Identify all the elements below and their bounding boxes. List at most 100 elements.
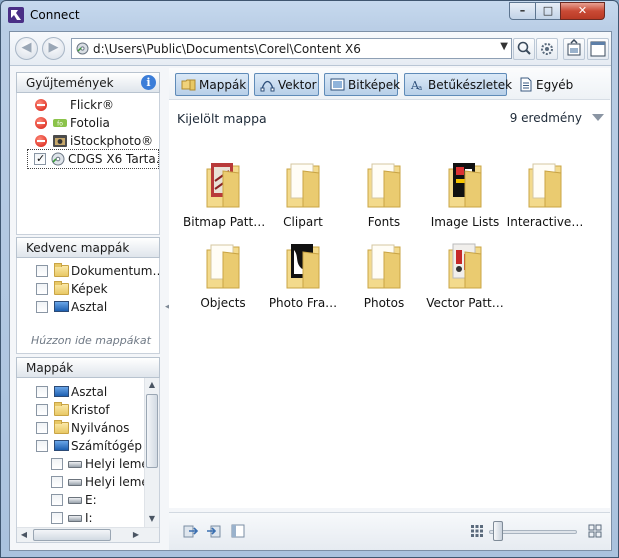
item-label: Vector Patt… [426, 296, 504, 310]
folder-item-local-disk-2[interactable]: Helyi lemez [17, 473, 155, 491]
favorite-item-desktop[interactable]: Asztal [17, 298, 159, 316]
content-item-bitmap-patterns[interactable]: Bitmap Patt… [183, 161, 266, 235]
folder-item-public[interactable]: Nyilvános [17, 419, 147, 437]
content-item-photo-frames[interactable]: Photo Fra… [263, 242, 343, 316]
image-lists-folder-icon [448, 163, 482, 208]
folder-item-desktop[interactable]: Asztal [17, 383, 147, 401]
item-label: Photos [363, 296, 405, 310]
folders-scroll-thumb[interactable] [146, 394, 158, 468]
folder-item-drive-i[interactable]: I: [17, 509, 147, 527]
folder-item-kristof[interactable]: Kristof [17, 401, 147, 419]
maximize-button[interactable]: □ [535, 2, 561, 20]
folder-item-drive-e[interactable]: E: [17, 491, 147, 509]
filter-folders-button[interactable]: Mappák [175, 73, 249, 96]
export-arrow-icon[interactable] [206, 523, 222, 539]
scroll-right-icon[interactable]: ▶ [129, 528, 143, 542]
layout-button[interactable] [587, 38, 609, 60]
item-label: Bitmap Patt… [183, 215, 266, 229]
import-arrow-icon[interactable] [183, 523, 199, 539]
folder-checkbox[interactable] [51, 458, 63, 470]
filter-bitmaps-button[interactable]: Bitképek [324, 73, 400, 96]
minimize-button[interactable]: – [509, 2, 536, 20]
collection-item-fotolia[interactable]: fo Fotolia [17, 114, 159, 132]
content-item-objects[interactable]: Objects [183, 242, 263, 316]
folder-checkbox[interactable] [36, 404, 48, 416]
collection-item-flickr[interactable]: Flickr® [17, 96, 159, 114]
favorite-checkbox[interactable] [36, 283, 48, 295]
tray-button[interactable] [563, 38, 585, 60]
forward-button[interactable]: ▶ [42, 37, 65, 60]
filter-label: Mappák [199, 78, 247, 92]
computer-icon [54, 440, 69, 451]
favorite-checkbox[interactable] [36, 265, 48, 277]
content-item-clipart[interactable]: Clipart [263, 161, 343, 235]
folders-horizontal-scrollbar[interactable]: ◀ ▶ [17, 527, 159, 542]
folders-hscroll-thumb[interactable] [33, 529, 111, 541]
search-button[interactable] [513, 38, 535, 60]
favorite-checkbox[interactable] [36, 301, 48, 313]
close-button[interactable]: ✕ [560, 2, 605, 20]
address-dropdown-icon[interactable]: ▼ [500, 41, 508, 52]
selected-folder-title: Kijelölt mappa [177, 111, 267, 126]
title-bar[interactable]: Connect – □ ✕ [1, 1, 618, 29]
folders-header[interactable]: Mappák [16, 357, 160, 378]
address-toolbar: ◀ ▶ d:\Users\Public\Documents\Corel\Cont… [10, 32, 611, 66]
cd-drive-icon [76, 42, 89, 55]
clipart-folder-icon [286, 163, 320, 208]
removable-drive-icon [68, 515, 82, 522]
scroll-down-icon[interactable]: ▼ [145, 512, 159, 526]
collection-item-cdgs-content[interactable]: CDGS X6 Tarta… [27, 149, 160, 169]
info-icon[interactable]: i [141, 75, 156, 90]
item-label: Image Lists [430, 215, 500, 229]
content-item-interactive[interactable]: Interactive… [505, 161, 585, 235]
content-item-image-lists[interactable]: Image Lists [425, 161, 505, 235]
folder-item-local-disk-1[interactable]: Helyi lemez [17, 455, 155, 473]
folder-checkbox[interactable] [51, 494, 63, 506]
folder-item-computer[interactable]: Számítógép [17, 437, 147, 455]
filter-fonts-button[interactable]: Aa Betűkészletek [404, 73, 512, 96]
desktop-icon [54, 301, 69, 312]
scroll-left-icon[interactable]: ◀ [17, 528, 31, 542]
folder-checkbox[interactable] [51, 476, 63, 488]
pictures-folder-icon [54, 281, 69, 295]
collection-checkbox[interactable] [34, 152, 46, 165]
svg-text:fo: fo [57, 121, 63, 128]
folder-checkbox[interactable] [36, 422, 48, 434]
item-label: Interactive… [506, 215, 584, 229]
content-item-vector-patterns[interactable]: Vector Patt… [425, 242, 505, 316]
favorites-header[interactable]: Kedvenc mappák [16, 237, 160, 258]
tray-panel-icon[interactable] [230, 523, 246, 539]
favorite-item-documents[interactable]: Dokumentum… [17, 262, 159, 280]
collection-label: CDGS X6 Tarta… [68, 152, 160, 166]
folder-checkbox[interactable] [36, 440, 48, 452]
address-input[interactable]: d:\Users\Public\Documents\Corel\Content … [71, 38, 512, 59]
back-button[interactable]: ◀ [15, 37, 38, 60]
content-item-photos[interactable]: Photos [344, 242, 424, 316]
disabled-icon [35, 135, 47, 147]
bottom-toolbar [169, 512, 610, 550]
gear-icon [541, 43, 553, 55]
disabled-icon [35, 117, 47, 129]
thumbnail-size-slider-thumb[interactable] [493, 521, 503, 541]
collection-item-istockphoto[interactable]: iStockphoto® [17, 132, 159, 150]
folder-checkbox[interactable] [51, 512, 63, 524]
collections-header[interactable]: Gyűjtemények i [16, 72, 160, 93]
folders-vertical-scrollbar[interactable]: ▲ ▼ [144, 378, 159, 528]
results-dropdown-icon[interactable] [592, 114, 604, 121]
favorite-item-pictures[interactable]: Képek [17, 280, 159, 298]
folders-tree: Asztal Kristof Nyilvános Számítógép Hely [16, 378, 160, 543]
item-label: Photo Fra… [268, 296, 338, 310]
scroll-up-icon[interactable]: ▲ [145, 378, 159, 392]
interactive-folder-icon [528, 163, 562, 208]
close-icon: ✕ [577, 4, 588, 17]
large-thumbnails-icon[interactable] [588, 524, 602, 538]
filter-vector-button[interactable]: Vektor [254, 73, 319, 96]
content-item-fonts[interactable]: Fonts [344, 161, 424, 235]
folder-label: Nyilvános [71, 421, 130, 435]
filter-other-button[interactable]: Egyéb [512, 73, 576, 96]
favorite-label: Dokumentum… [71, 264, 160, 278]
minimize-icon: – [519, 4, 526, 17]
folder-checkbox[interactable] [36, 386, 48, 398]
options-button[interactable] [536, 38, 558, 60]
small-thumbnails-icon[interactable] [470, 524, 484, 538]
